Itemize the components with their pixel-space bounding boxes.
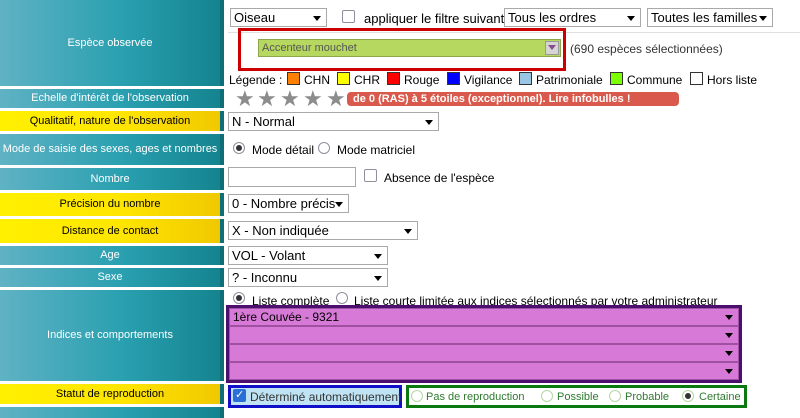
chevron-down-icon [425, 120, 433, 125]
orders-select[interactable]: Tous les ordres [504, 8, 641, 27]
chevron-down-icon [404, 229, 412, 234]
statut-label-certaine: Certaine [699, 391, 741, 403]
precision-select[interactable]: 0 - Nombre précis [228, 194, 349, 213]
label-age: Age [0, 246, 224, 265]
legend-label-vigilance: Vigilance [464, 73, 513, 87]
rating-banner: de 0 (RAS) à 5 étoiles (exceptionnel). L… [347, 92, 679, 106]
chevron-down-icon [725, 369, 733, 374]
mode-detail-radio[interactable] [233, 142, 245, 154]
filter-checkbox[interactable] [342, 10, 355, 23]
age-select[interactable]: VOL - Volant [228, 246, 388, 265]
label-nombre: Nombre [0, 168, 224, 190]
chevron-down-icon [759, 16, 767, 21]
label-distance: Distance de contact [0, 219, 224, 243]
star-icon[interactable]: ★ [326, 88, 346, 110]
star-icon[interactable]: ★ [303, 88, 323, 110]
qualitatif-select[interactable]: N - Normal [228, 112, 439, 131]
legend-swatch-rouge [387, 72, 400, 85]
chevron-down-icon [725, 315, 733, 320]
legend-label-patrimoniale: Patrimoniale [536, 73, 603, 87]
legend-swatch-hors-liste [690, 72, 703, 85]
label-espece: Espèce observée [0, 0, 224, 86]
legend-swatch-commune [610, 72, 623, 85]
chevron-down-icon [335, 202, 343, 207]
group-select[interactable]: Oiseau [230, 8, 327, 27]
mode-matriciel-label: Mode matriciel [337, 143, 416, 157]
star-icon[interactable]: ★ [257, 88, 277, 110]
families-select[interactable]: Toutes les familles [647, 8, 773, 27]
species-select[interactable]: Accenteur mouchet [258, 39, 561, 57]
label-precision: Précision du nombre [0, 193, 224, 216]
legend-title: Légende : [229, 73, 283, 87]
distance-select[interactable]: X - Non indiquée [228, 221, 418, 240]
indice-select-4[interactable] [229, 362, 739, 380]
indice-select-3[interactable] [229, 344, 739, 362]
chevron-down-icon [627, 16, 635, 21]
legend-swatch-chr [337, 72, 350, 85]
statut-label-probable: Probable [625, 391, 670, 403]
statut-label-possible: Possible [557, 391, 599, 403]
chevron-down-icon [725, 333, 733, 338]
legend-swatch-patrimoniale [519, 72, 532, 85]
statut-radio-possible[interactable] [541, 390, 553, 402]
auto-checkbox[interactable] [233, 388, 246, 402]
label-mode-saisie: Mode de saisie des sexes, ages et nombre… [0, 134, 224, 165]
list-courte-radio[interactable] [336, 292, 348, 304]
label-echelle: Echelle d'intérêt de l'observation [0, 89, 224, 108]
label-qualitatif: Qualitatif, nature de l'observation [0, 111, 224, 131]
legend-label-commune: Commune [627, 73, 683, 87]
legend-swatch-vigilance [447, 72, 460, 85]
chevron-down-icon [374, 276, 382, 281]
statut-radio-certaine[interactable] [682, 390, 694, 402]
statut-radio-probable[interactable] [609, 390, 621, 402]
nombre-input[interactable] [228, 167, 356, 187]
indice-select-2[interactable] [229, 326, 739, 344]
auto-label: Déterminé automatiquement [250, 390, 402, 404]
star-icon[interactable]: ★ [280, 88, 300, 110]
absence-checkbox[interactable] [364, 169, 377, 182]
mode-matriciel-radio[interactable] [318, 142, 330, 154]
mode-detail-label: Mode détail [252, 143, 315, 157]
legend-label-chr: CHR [354, 73, 380, 87]
star-icon[interactable]: ★ [235, 88, 255, 110]
legend-swatch-chn [287, 72, 300, 85]
legend-label-hors-liste: Hors liste [707, 73, 758, 87]
statut-radio-pas[interactable] [411, 390, 423, 402]
species-count: (690 espèces sélectionnées) [570, 42, 723, 56]
label-indices: Indices et comportements [0, 290, 224, 381]
filter-checkbox-label: appliquer le filtre suivant [364, 11, 505, 26]
label-sexe: Sexe [0, 268, 224, 287]
absence-label: Absence de l'espèce [384, 171, 495, 185]
list-complete-radio[interactable] [233, 292, 245, 304]
chevron-down-icon [313, 16, 321, 21]
legend-label-chn: CHN [304, 73, 330, 87]
chevron-down-icon [374, 254, 382, 259]
statut-label-pas: Pas de reproduction [426, 391, 525, 403]
label-statut: Statut de reproduction [0, 384, 224, 404]
chevron-down-icon [725, 351, 733, 356]
legend-label-rouge: Rouge [404, 73, 440, 87]
sexe-select[interactable]: ? - Inconnu [228, 268, 388, 287]
indice-select-1[interactable]: 1ère Couvée - 9321 [229, 308, 739, 326]
label-empty-bottom [0, 407, 224, 418]
